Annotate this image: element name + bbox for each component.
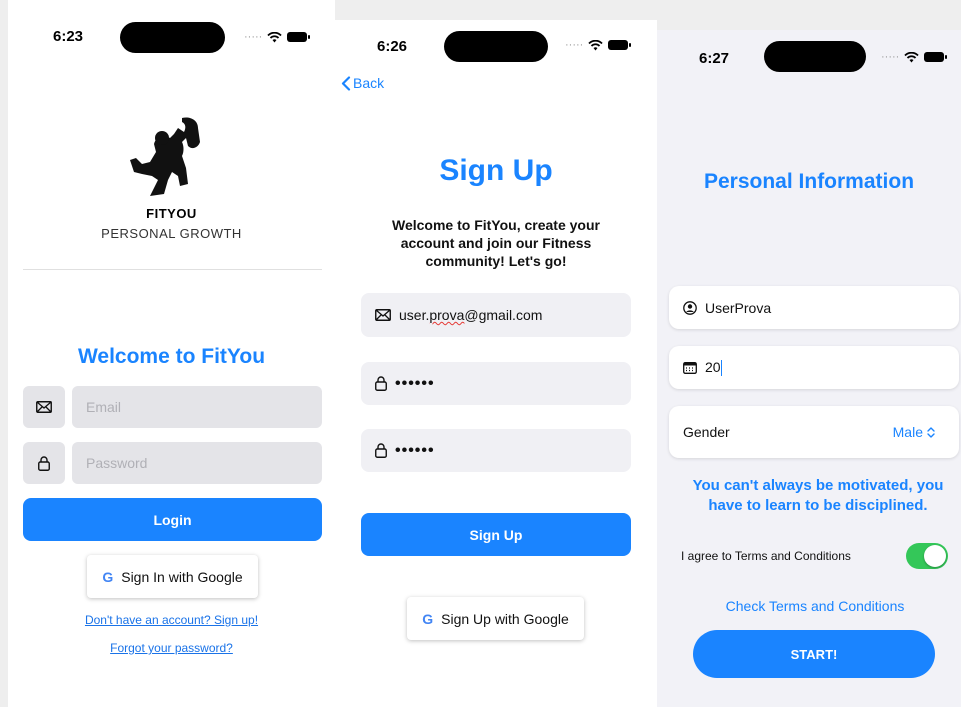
google-signin-label: Sign In with Google bbox=[121, 568, 243, 585]
google-signup-label: Sign Up with Google bbox=[441, 610, 569, 627]
battery-icon bbox=[287, 32, 311, 42]
status-time: 6:23 bbox=[53, 28, 84, 45]
google-signup-button[interactable]: G Sign Up with Google bbox=[407, 597, 584, 640]
dynamic-island bbox=[120, 22, 225, 53]
google-logo-icon: G bbox=[422, 610, 434, 627]
wifi-icon bbox=[904, 51, 919, 63]
signup-button[interactable]: Sign Up bbox=[361, 513, 631, 556]
terms-toggle[interactable] bbox=[906, 543, 948, 569]
google-signin-button[interactable]: G Sign In with Google bbox=[87, 555, 258, 598]
back-label: Back bbox=[353, 75, 385, 91]
personal-info-screen: 6:27 ····· Personal Information UserProv… bbox=[657, 30, 961, 707]
confirm-password-field[interactable]: •••••• bbox=[361, 429, 631, 472]
motivational-quote: You can't always be motivated, you have … bbox=[692, 477, 944, 514]
login-button[interactable]: Login bbox=[23, 498, 322, 541]
background-strip bbox=[657, 20, 961, 30]
person-circle-icon bbox=[683, 300, 697, 315]
status-icons: ····· bbox=[565, 39, 632, 51]
email-icon-box bbox=[23, 386, 65, 428]
signal-dots-icon: ····· bbox=[881, 51, 900, 63]
gender-select[interactable]: Male bbox=[893, 424, 935, 440]
login-screen: 6:23 ····· FITYOU PERSONAL GROWTH Welcom… bbox=[8, 0, 335, 707]
password-input[interactable]: Password bbox=[72, 442, 322, 484]
email-input[interactable]: Email bbox=[72, 386, 322, 428]
age-field[interactable]: 20 bbox=[669, 346, 959, 389]
lock-icon bbox=[375, 443, 387, 458]
status-time: 6:27 bbox=[699, 50, 730, 67]
background-strip bbox=[335, 0, 961, 20]
page-title: Sign Up bbox=[439, 154, 553, 187]
age-value: 20 bbox=[705, 358, 722, 377]
brand-name: FITYOU bbox=[146, 206, 197, 221]
updown-chevron-icon bbox=[927, 426, 935, 438]
signup-screen: 6:26 ····· Back Sign Up Welcome to FitYo… bbox=[335, 20, 657, 707]
text-cursor bbox=[720, 360, 722, 377]
misspelled-word: prova bbox=[429, 307, 465, 323]
page-title: Personal Information bbox=[703, 170, 915, 193]
terms-label: I agree to Terms and Conditions bbox=[681, 549, 851, 563]
dynamic-island bbox=[444, 31, 548, 62]
lock-icon bbox=[38, 455, 50, 471]
confirm-password-value: •••••• bbox=[395, 441, 435, 459]
envelope-icon bbox=[36, 401, 52, 413]
battery-icon bbox=[924, 52, 948, 62]
brand-tagline: PERSONAL GROWTH bbox=[101, 226, 242, 241]
welcome-title: Welcome to FitYou bbox=[77, 345, 266, 368]
start-button[interactable]: START! bbox=[693, 630, 935, 678]
signal-dots-icon: ····· bbox=[565, 39, 584, 51]
forgot-password-link[interactable]: Forgot your password? bbox=[8, 641, 335, 655]
username-value: UserProva bbox=[705, 299, 772, 316]
gender-picker[interactable]: Gender Male bbox=[669, 406, 959, 458]
password-field[interactable]: •••••• bbox=[361, 362, 631, 405]
wifi-icon bbox=[267, 31, 282, 43]
check-terms-link[interactable]: Check Terms and Conditions bbox=[657, 598, 961, 614]
dynamic-island bbox=[764, 41, 866, 72]
calendar-icon bbox=[683, 361, 697, 374]
gender-value: Male bbox=[892, 424, 923, 440]
status-time: 6:26 bbox=[377, 38, 408, 55]
back-button[interactable]: Back bbox=[341, 75, 384, 91]
email-value: user.prova@gmail.com bbox=[399, 307, 543, 323]
password-value: •••••• bbox=[395, 374, 435, 392]
lock-icon bbox=[375, 376, 387, 391]
signup-link[interactable]: Don't have an account? Sign up! bbox=[8, 613, 335, 627]
envelope-icon bbox=[375, 309, 391, 321]
gender-label: Gender bbox=[683, 424, 730, 440]
divider bbox=[23, 269, 322, 270]
battery-icon bbox=[608, 40, 632, 50]
signal-dots-icon: ····· bbox=[244, 31, 263, 43]
background-strip bbox=[0, 0, 8, 707]
bodybuilder-logo bbox=[128, 116, 214, 205]
wifi-icon bbox=[588, 39, 603, 51]
status-icons: ····· bbox=[881, 51, 948, 63]
password-icon-box bbox=[23, 442, 65, 484]
google-logo-icon: G bbox=[102, 568, 114, 585]
status-icons: ····· bbox=[244, 31, 311, 43]
signup-description: Welcome to FitYou, create your account a… bbox=[392, 217, 600, 269]
username-field[interactable]: UserProva bbox=[669, 286, 959, 329]
email-field[interactable]: user.prova@gmail.com bbox=[361, 293, 631, 337]
chevron-left-icon bbox=[341, 75, 351, 91]
